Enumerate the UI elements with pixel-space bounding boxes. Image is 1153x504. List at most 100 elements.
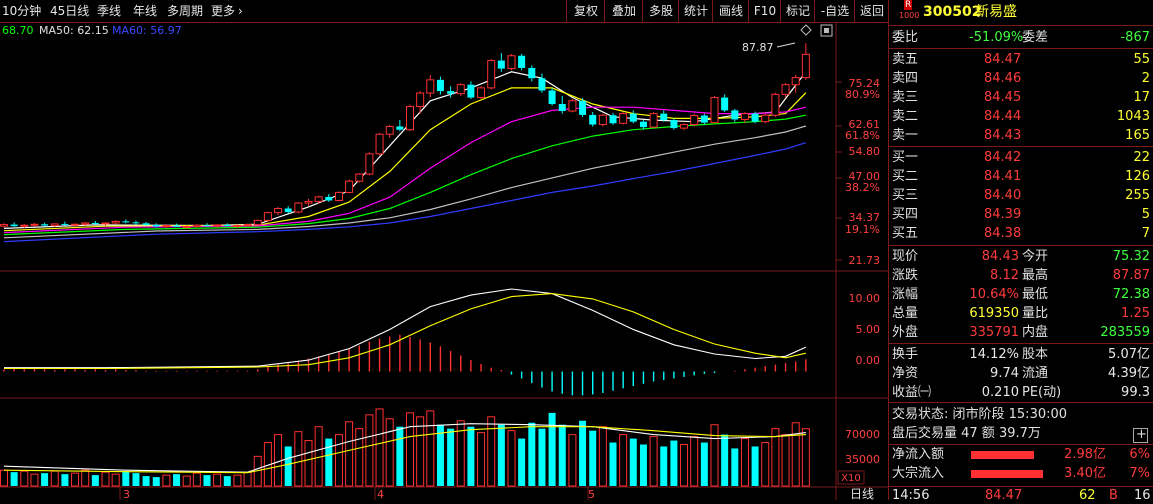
candle-body	[731, 110, 739, 120]
draw-line-button[interactable]: 画线	[712, 0, 749, 22]
period-year[interactable]: 年线	[133, 3, 157, 19]
moving-average-lines	[3, 71, 807, 243]
candle-body	[142, 223, 150, 225]
candle-body	[740, 113, 749, 120]
flow-pct: 6%	[1129, 447, 1150, 462]
stat-label: 股本	[1022, 347, 1049, 362]
volume-tick: 70000	[845, 428, 880, 441]
kline-chart[interactable]: 75.24 80.9% 62.61 61.8% 54.80 47.00 38.2…	[0, 22, 888, 500]
candle-body	[263, 212, 272, 221]
tick-side: B	[1109, 488, 1118, 503]
quote-label: 总量	[892, 306, 919, 321]
candle-body	[426, 79, 435, 94]
bid-level-label: 买二	[892, 169, 919, 184]
pct-tick: 19.1%	[845, 223, 880, 236]
macd-pane	[3, 288, 807, 396]
order-diff-value: -867	[1120, 30, 1150, 45]
period-more[interactable]: 更多 ›	[211, 3, 243, 19]
candle-body	[609, 115, 617, 124]
period-multi[interactable]: 多周期	[167, 3, 203, 19]
remove-watchlist-button[interactable]: -自选	[814, 0, 855, 22]
candle-body	[192, 224, 201, 228]
after-hours-volume: 盘后交易量 47 额 39.7万	[892, 426, 1041, 441]
volume-unit: X10	[841, 473, 861, 484]
candle-body	[619, 113, 628, 124]
volume-bar	[619, 434, 628, 487]
volume-bar	[50, 470, 59, 487]
quote-label: 量比	[1022, 306, 1049, 321]
bid-level-label: 买三	[892, 188, 919, 203]
max-price-label: 87.87	[742, 41, 774, 54]
candle-body	[548, 90, 556, 104]
candle-body	[101, 222, 110, 225]
volume-bar	[791, 422, 800, 487]
volume-bar	[609, 442, 617, 486]
volume-bar	[761, 442, 770, 487]
flow-label: 大宗流入	[892, 466, 945, 481]
volume-bar	[721, 434, 729, 486]
bid-volume: 5	[1141, 207, 1150, 222]
candle-body	[538, 78, 546, 91]
bid-volume: 255	[1125, 188, 1150, 203]
daily-tab[interactable]: 日线	[850, 487, 874, 500]
flow-bar	[971, 470, 1043, 478]
volume-bar	[132, 473, 140, 486]
ask-volume: 2	[1141, 71, 1150, 86]
period-10min[interactable]: 10分钟	[2, 3, 41, 19]
candle-body	[213, 224, 222, 227]
multi-stock-button[interactable]: 多股	[642, 0, 679, 22]
candle-body	[639, 121, 647, 128]
ask-volume: 55	[1133, 52, 1150, 67]
flow-label: 净流入额	[892, 447, 945, 462]
adjust-button[interactable]: 复权	[566, 0, 605, 22]
candle-body	[243, 224, 252, 227]
diamond-icon[interactable]	[800, 24, 812, 36]
candle-body	[721, 97, 729, 111]
volume-bar	[740, 438, 749, 487]
candle-body	[589, 114, 597, 125]
volume-bar	[426, 410, 435, 487]
period-quarter[interactable]: 季线	[97, 3, 121, 19]
volume-bar	[781, 434, 790, 487]
stat-label: 换手	[892, 347, 919, 362]
candle-body	[467, 84, 475, 98]
bid-price: 84.38	[984, 226, 1022, 241]
quote-label: 现价	[892, 249, 919, 264]
volume-bar	[61, 474, 69, 486]
stat-label: 流通	[1022, 366, 1049, 381]
candle-body	[507, 55, 516, 70]
back-button[interactable]: 返回	[854, 0, 889, 22]
volume-bar	[558, 424, 566, 486]
candle-body	[294, 202, 303, 213]
pct-tick: 61.8%	[845, 129, 880, 142]
quote-value: 75.32	[1112, 249, 1150, 264]
candle-body	[761, 114, 770, 123]
volume-bar	[30, 473, 39, 487]
mark-button[interactable]: 标记	[780, 0, 815, 22]
volume-bar	[680, 443, 689, 487]
volume-bar	[111, 473, 120, 487]
f10-button[interactable]: F10	[748, 0, 781, 22]
plus-icon[interactable]: +	[1133, 427, 1148, 443]
candle-body	[334, 191, 343, 201]
overlay-button[interactable]: 叠加	[604, 0, 643, 22]
candle-body	[314, 196, 323, 202]
quote-value: 283559	[1100, 325, 1150, 340]
macd-tick: 5.00	[856, 323, 881, 336]
margin-badge: R 1000	[899, 0, 919, 21]
stat-label: 净资	[892, 366, 919, 381]
candle-body	[345, 180, 354, 193]
candle-body	[791, 77, 800, 86]
bid-price: 84.39	[984, 207, 1022, 222]
quote-label: 内盘	[1022, 325, 1049, 340]
volume-bar	[690, 436, 699, 487]
stats-button[interactable]: 统计	[678, 0, 713, 22]
quote-value: 72.38	[1112, 287, 1150, 302]
candle-body	[385, 125, 394, 135]
bid-price: 84.40	[984, 188, 1022, 203]
period-45day[interactable]: 45日线	[50, 3, 89, 19]
volume-bar	[71, 472, 80, 487]
stock-name: 新易盛	[975, 4, 1017, 20]
volume-bar	[487, 416, 496, 487]
candle-body	[223, 224, 231, 227]
